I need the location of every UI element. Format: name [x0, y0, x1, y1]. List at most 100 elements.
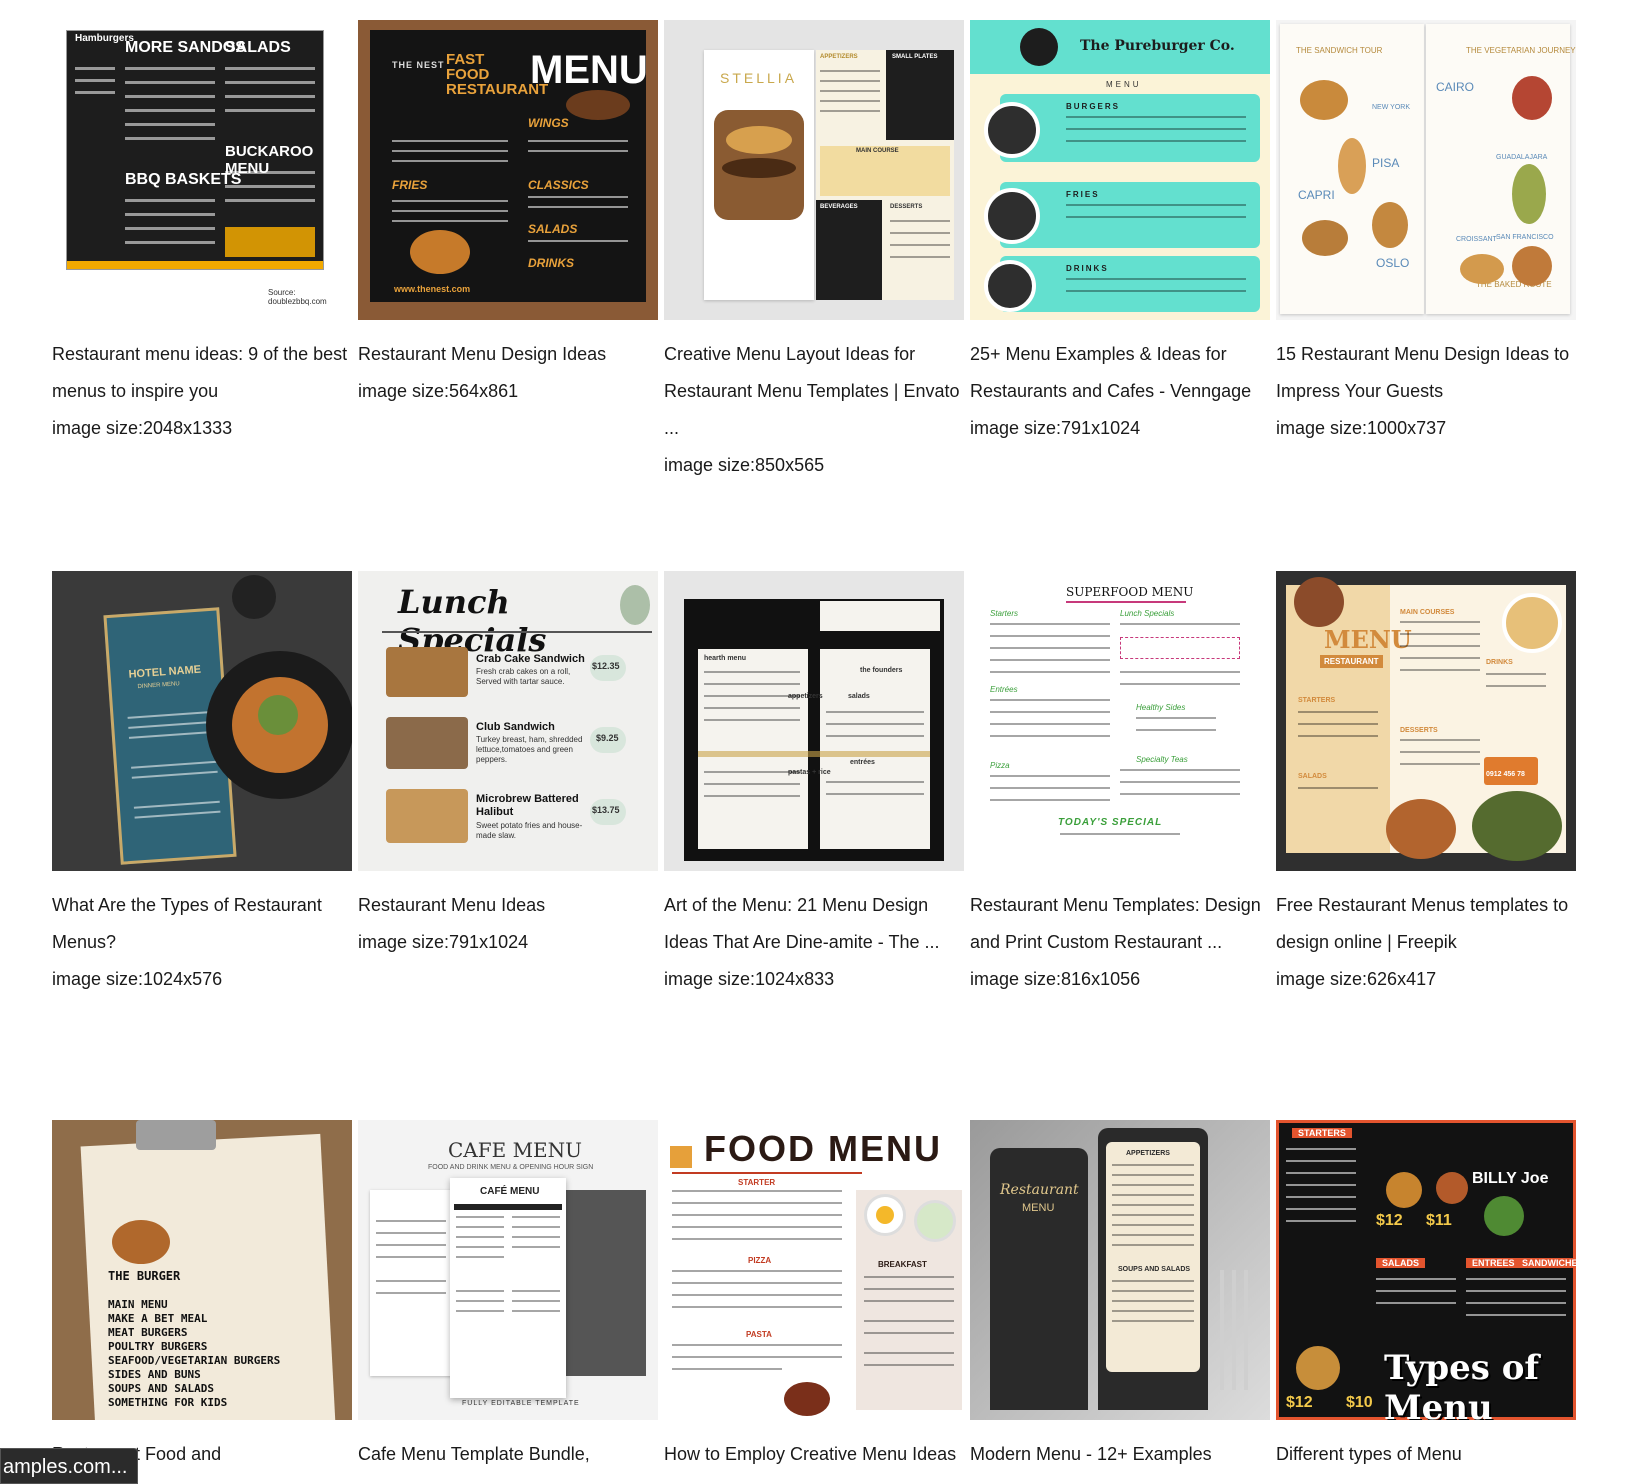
price-tag: $10 — [1346, 1394, 1373, 1411]
result-size: image size:1024x576 — [52, 969, 223, 989]
item-description: Turkey breast, ham, shredded lettuce,tom… — [476, 735, 583, 764]
city-label: CAIRO — [1436, 80, 1475, 94]
result-caption: Restaurant Menu Templates: Design and Pr… — [970, 887, 1270, 998]
result-title[interactable]: Restaurant Menu Templates: Design and Pr… — [970, 887, 1270, 961]
result-card[interactable]: CAFE MENU FOOD AND DRINK MENU & OPENING … — [358, 1120, 664, 1484]
result-card[interactable]: HOTEL NAME DINNER MENU What Are the Type… — [52, 571, 358, 1031]
result-card[interactable]: Hamburgers MORE SANDOS SALADS BBQ BASKET… — [52, 20, 358, 480]
result-title[interactable]: Restaurant menu ideas: 9 of the best men… — [52, 336, 352, 410]
section-label: Healthy Sides — [1136, 703, 1186, 712]
result-title[interactable]: Different types of Menu — [1276, 1436, 1576, 1473]
result-thumbnail[interactable]: THE BURGER MAIN MENU MAKE A BET MEAL MEA… — [52, 1120, 352, 1420]
result-caption: Different types of Menu — [1276, 1436, 1576, 1473]
menu-heading: FOOD MENU — [704, 1128, 942, 1169]
result-thumbnail[interactable]: The Pureburger Co. MENU BURGERS FRIES DR… — [970, 20, 1270, 320]
inner-heading: CAFÉ MENU — [480, 1186, 540, 1197]
result-card[interactable]: Lunch Specials Crab Cake Sandwich Fresh … — [358, 571, 664, 1031]
menu-page: APPETIZERS SMALL PLATES MAIN COURSE BEVE… — [816, 50, 954, 300]
result-caption: Restaurant menu ideas: 9 of the best men… — [52, 336, 352, 447]
result-title[interactable]: Creative Menu Layout Ideas for Restauran… — [664, 336, 964, 447]
result-card[interactable]: FOOD MENU STARTER PIZZA PASTA BREAKFAST — [664, 1120, 970, 1484]
result-card[interactable]: THE SANDWICH TOUR THE VEGETARIAN JOURNEY… — [1276, 20, 1582, 480]
result-thumbnail[interactable]: THE SANDWICH TOUR THE VEGETARIAN JOURNEY… — [1276, 20, 1576, 320]
menu-heading: THE VEGETARIAN JOURNEY — [1466, 46, 1576, 55]
result-card[interactable]: STELLIA APPETIZERS SMALL PLATES MAIN COU… — [664, 20, 970, 480]
result-size: image size:816x1056 — [970, 969, 1141, 989]
result-title[interactable]: Modern Menu - 12+ Examples — [970, 1436, 1270, 1473]
section-label: Specialty Teas — [1136, 755, 1188, 764]
result-title[interactable]: Art of the Menu: 21 Menu Design Ideas Th… — [664, 887, 964, 961]
result-title[interactable]: 25+ Menu Examples & Ideas for Restaurant… — [970, 336, 1270, 410]
section-label: SALADS — [1298, 773, 1327, 780]
result-thumbnail[interactable]: hearth menu the founders appetizers sala… — [664, 571, 964, 871]
result-caption: What Are the Types of Restaurant Menus? … — [52, 887, 352, 998]
result-card[interactable]: hearth menu the founders appetizers sala… — [664, 571, 970, 1031]
section-label: CLASSICS — [528, 178, 589, 192]
result-card[interactable]: Restaurant MENU APPETIZERS SOUPS AND SAL… — [970, 1120, 1276, 1484]
result-size: image size:2048x1333 — [52, 418, 233, 438]
result-title[interactable]: What Are the Types of Restaurant Menus? — [52, 887, 352, 961]
result-title[interactable]: 15 Restaurant Menu Design Ideas to Impre… — [1276, 336, 1576, 410]
result-caption: Creative Menu Layout Ideas for Restauran… — [664, 336, 964, 484]
section-label: BURGERS — [1066, 102, 1121, 111]
result-card[interactable]: STARTERS SALADS ENTREES SANDWICHES BILLY… — [1276, 1120, 1582, 1484]
result-thumbnail[interactable]: HOTEL NAME DINNER MENU — [52, 571, 352, 871]
price-tag: $12 — [1286, 1394, 1313, 1411]
result-thumbnail[interactable]: SUPERFOOD MENU Starters Lunch Specials E… — [970, 571, 1270, 871]
result-card[interactable]: SUPERFOOD MENU Starters Lunch Specials E… — [970, 571, 1276, 1031]
result-card[interactable]: THE BURGER MAIN MENU MAKE A BET MEAL MEA… — [52, 1120, 358, 1484]
result-card[interactable]: THE NEST FAST FOOD RESTAURANT MENU FRIES… — [358, 20, 664, 480]
section-label: DRINKS — [528, 256, 575, 270]
item-description: Sweet potato fries and house-made slaw. — [476, 821, 583, 840]
result-thumbnail[interactable]: STELLIA APPETIZERS SMALL PLATES MAIN COU… — [664, 20, 964, 320]
result-thumbnail[interactable]: Lunch Specials Crab Cake Sandwich Fresh … — [358, 571, 658, 871]
section-label: Pizza — [990, 761, 1010, 770]
result-card[interactable]: The Pureburger Co. MENU BURGERS FRIES DR… — [970, 20, 1276, 480]
result-thumbnail[interactable]: STARTERS SALADS ENTREES SANDWICHES BILLY… — [1276, 1120, 1576, 1420]
section-label: SMALL PLATES — [892, 54, 938, 60]
menu-line: SEAFOOD/VEGETARIAN BURGERS — [108, 1354, 281, 1367]
result-caption: Art of the Menu: 21 Menu Design Ideas Th… — [664, 887, 964, 998]
item-price: $9.25 — [596, 733, 619, 743]
menu-heading: MENU — [530, 48, 648, 92]
menu-line: SOMETHING FOR KIDS — [108, 1396, 228, 1409]
result-title[interactable]: How to Employ Creative Menu Ideas — [664, 1436, 964, 1473]
result-size: image size:850x565 — [664, 455, 825, 475]
result-thumbnail[interactable]: THE NEST FAST FOOD RESTAURANT MENU FRIES… — [358, 20, 658, 320]
result-title[interactable]: Free Restaurant Menus templates to desig… — [1276, 887, 1576, 961]
result-caption: Free Restaurant Menus templates to desig… — [1276, 887, 1576, 998]
section-label: MAIN COURSE — [856, 148, 899, 154]
result-thumbnail[interactable]: MENU RESTAURANT STARTERS MAIN COURSES DR… — [1276, 571, 1576, 871]
result-thumbnail[interactable]: Restaurant MENU APPETIZERS SOUPS AND SAL… — [970, 1120, 1270, 1420]
city-label: GUADALAJARA — [1496, 154, 1548, 161]
result-title[interactable]: Restaurant Menu Ideas — [358, 887, 658, 924]
result-card[interactable]: MENU RESTAURANT STARTERS MAIN COURSES DR… — [1276, 571, 1582, 1031]
city-label: NEW YORK — [1372, 104, 1410, 111]
section-label: SOUPS AND SALADS — [1118, 1266, 1191, 1273]
section-label: DESSERTS — [890, 204, 923, 210]
item-price: $13.75 — [592, 805, 620, 815]
result-thumbnail[interactable]: FOOD MENU STARTER PIZZA PASTA BREAKFAST — [664, 1120, 964, 1420]
section-label: Entrées — [990, 685, 1018, 694]
result-thumbnail[interactable]: Hamburgers MORE SANDOS SALADS BBQ BASKET… — [52, 20, 352, 320]
menu-heading: CAFE MENU — [448, 1138, 583, 1162]
section-label: entrées — [850, 759, 875, 766]
menu-board: THE NEST FAST FOOD RESTAURANT MENU FRIES… — [370, 30, 648, 302]
menu-heading: THE BURGER — [108, 1269, 181, 1283]
menu-heading: FAST FOOD RESTAURANT — [446, 51, 549, 98]
menu-line: POULTRY BURGERS — [108, 1340, 208, 1353]
result-caption: Modern Menu - 12+ Examples — [970, 1436, 1270, 1473]
section-label: the founders — [860, 667, 903, 674]
menu-line: MAKE A BET MEAL — [108, 1312, 208, 1325]
result-size: image size:1024x833 — [664, 969, 835, 989]
menu-heading: Restaurant — [1000, 1182, 1079, 1198]
result-thumbnail[interactable]: CAFE MENU FOOD AND DRINK MENU & OPENING … — [358, 1120, 658, 1420]
result-title[interactable]: Cafe Menu Template Bundle, — [358, 1436, 658, 1473]
result-title[interactable]: Restaurant Menu Design Ideas — [358, 336, 658, 373]
section-label: PASTA — [746, 1330, 772, 1339]
result-size: image size:564x861 — [358, 381, 519, 401]
city-label: OSLO — [1376, 256, 1410, 270]
result-caption: 25+ Menu Examples & Ideas for Restaurant… — [970, 336, 1270, 447]
menu-footer: FULLY EDITABLE TEMPLATE — [462, 1400, 580, 1407]
city-label: PISA — [1372, 156, 1400, 170]
